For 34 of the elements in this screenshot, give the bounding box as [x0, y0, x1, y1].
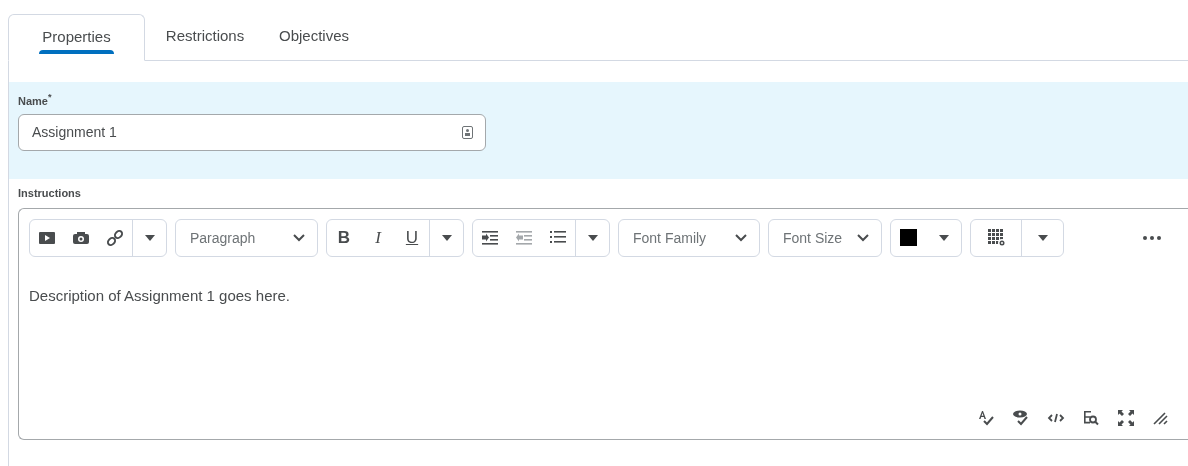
format-button[interactable]: U: [395, 219, 429, 256]
caret-icon: [441, 234, 452, 241]
ellipsis-icon: [1143, 235, 1161, 240]
caret-icon: [939, 234, 949, 241]
field-label: Name$^{*}$: [18, 92, 53, 107]
format-button[interactable]: B: [327, 219, 361, 256]
paragraph-select[interactable]: Paragraph: [175, 218, 318, 257]
editor-content[interactable]: Description of Assignment 1 goes here.: [29, 286, 1178, 409]
font-size-select[interactable]: Font Size: [768, 218, 882, 257]
outdent-icon: [515, 228, 533, 247]
rich-text-editor[interactable]: Paragraph B I U Font Family Font Size Description of Assignment 1 goes here.: [18, 207, 1188, 440]
caret-icon: [1037, 234, 1048, 241]
caret-icon: [144, 234, 155, 241]
chevron-down-icon: [293, 233, 305, 242]
tab[interactable]: Objectives: [265, 14, 363, 60]
font-family-select[interactable]: Font Family: [618, 218, 760, 257]
spellcheck-icon: [977, 408, 995, 427]
fullscreen-icon: [1117, 408, 1135, 427]
find-icon: [1082, 408, 1100, 427]
field-label: Instructions: [18, 186, 82, 199]
caret-icon: [587, 234, 598, 241]
tab[interactable]: Properties: [8, 14, 145, 61]
format-button[interactable]: I: [361, 219, 395, 256]
link-icon: [106, 228, 124, 247]
color-swatch-icon: [900, 229, 917, 247]
chevron-down-icon: [735, 233, 747, 242]
tab[interactable]: Restrictions: [145, 14, 265, 60]
indent-icon: [481, 228, 499, 247]
table-icon: [986, 228, 1006, 248]
chevron-down-icon: [857, 233, 869, 242]
text-color-button[interactable]: [890, 218, 962, 257]
name-field[interactable]: Assignment 1: [18, 113, 486, 151]
eye-check-icon: [1012, 408, 1030, 427]
contact-card-icon: [462, 125, 473, 139]
